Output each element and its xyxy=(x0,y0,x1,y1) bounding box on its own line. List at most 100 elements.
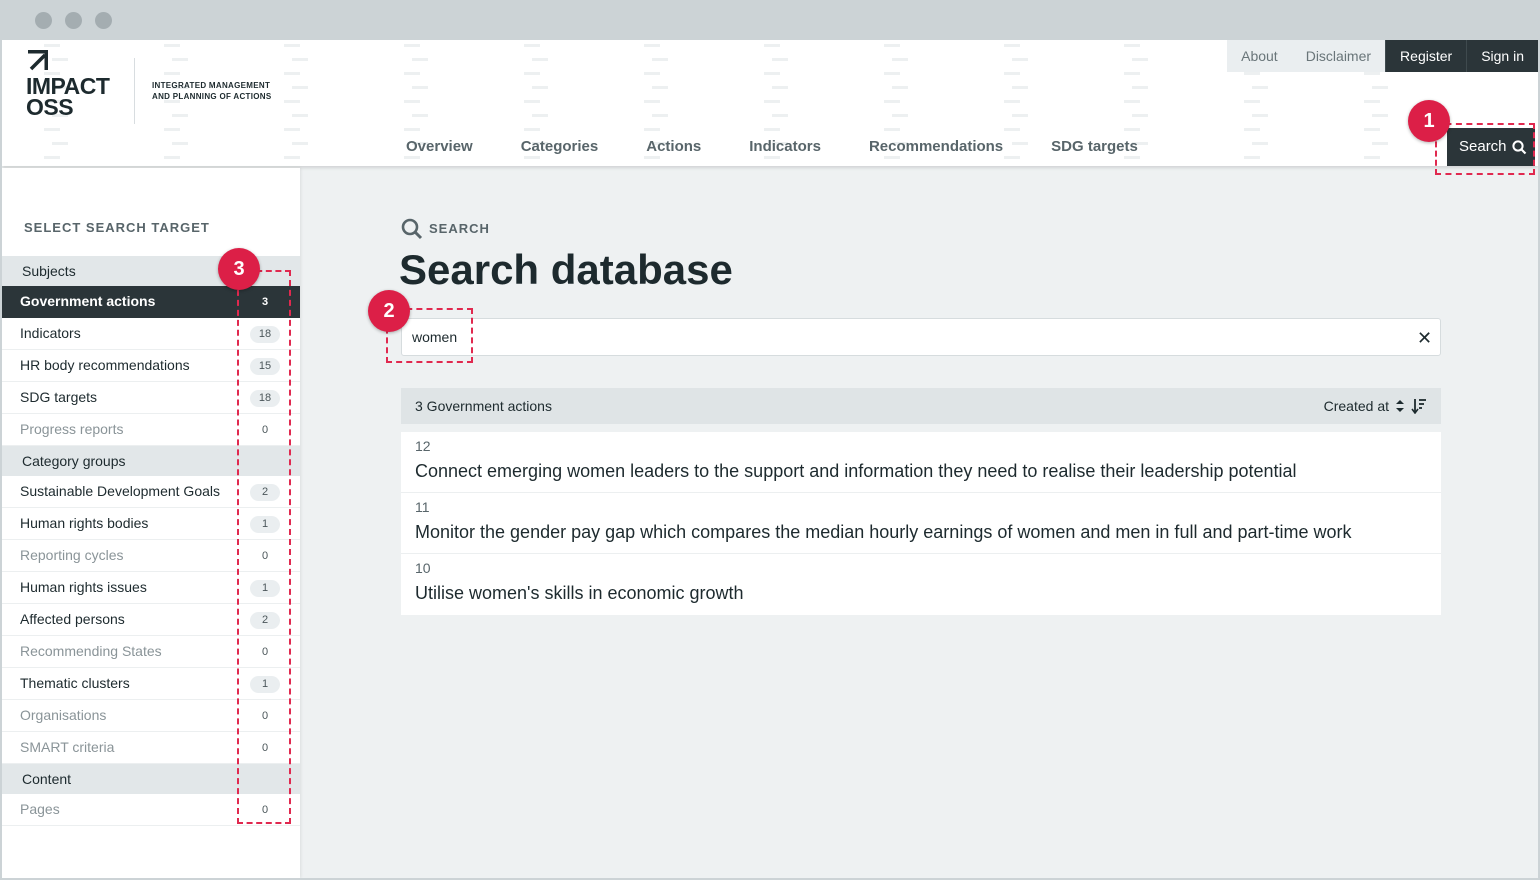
header-pattern-dash xyxy=(1244,156,1261,159)
header-pattern-dash xyxy=(652,114,669,117)
sign-in-button[interactable]: Sign in xyxy=(1466,40,1538,72)
result-title[interactable]: Utilise women's skills in economic growt… xyxy=(415,583,1427,604)
disclaimer-link[interactable]: Disclaimer xyxy=(1291,40,1386,72)
annotation-badge-1: 1 xyxy=(1408,100,1450,142)
header-pattern-dash xyxy=(1124,44,1141,47)
site-header: IMPACT OSS INTEGRATED MANAGEMENT AND PLA… xyxy=(2,40,1538,166)
header-pattern-dash xyxy=(164,156,181,159)
register-button[interactable]: Register xyxy=(1385,40,1467,72)
result-title[interactable]: Monitor the gender pay gap which compare… xyxy=(415,522,1427,543)
header-pattern-dash xyxy=(1244,128,1261,131)
header-pattern-dash xyxy=(1252,114,1269,117)
header-pattern-dash xyxy=(1364,128,1381,131)
header-pattern-dash xyxy=(1132,58,1149,61)
header-pattern-dash xyxy=(412,86,429,89)
result-title[interactable]: Connect emerging women leaders to the su… xyxy=(415,461,1427,482)
sort-field-label[interactable]: Created at xyxy=(1324,388,1389,424)
header-pattern-dash xyxy=(412,58,429,61)
header-pattern-dash xyxy=(292,58,309,61)
sidebar-title: SELECT SEARCH TARGET xyxy=(24,220,210,235)
nav-categories[interactable]: Categories xyxy=(497,138,623,155)
header-pattern-dash xyxy=(1372,114,1389,117)
nav-recommendations[interactable]: Recommendations xyxy=(845,138,1027,155)
search-input[interactable] xyxy=(401,318,1441,356)
target-organisations[interactable]: Organisations 0 xyxy=(2,700,300,732)
clear-search-icon[interactable]: ✕ xyxy=(1417,328,1432,349)
count-badge: 1 xyxy=(250,516,280,533)
header-pattern-dash xyxy=(644,100,661,103)
list-item[interactable]: 10 Utilise women's skills in economic gr… xyxy=(401,554,1441,615)
header-pattern-dash xyxy=(164,44,181,47)
target-human-rights-bodies[interactable]: Human rights bodies 1 xyxy=(2,508,300,540)
header-pattern-dash xyxy=(524,44,541,47)
nav-overview[interactable]: Overview xyxy=(382,138,497,155)
header-pattern-dash xyxy=(284,100,301,103)
header-pattern-dash xyxy=(1244,100,1261,103)
header-pattern-dash xyxy=(412,114,429,117)
nav-indicators[interactable]: Indicators xyxy=(725,138,845,155)
header-pattern-dash xyxy=(284,128,301,131)
header-pattern-dash xyxy=(172,58,189,61)
list-item[interactable]: 11 Monitor the gender pay gap which comp… xyxy=(401,493,1441,554)
target-affected-persons[interactable]: Affected persons 2 xyxy=(2,604,300,636)
header-pattern-dash xyxy=(1132,86,1149,89)
target-hr-body-recommendations[interactable]: HR body recommendations 15 xyxy=(2,350,300,382)
header-pattern-dash xyxy=(1364,156,1381,159)
target-indicators[interactable]: Indicators 18 xyxy=(2,318,300,350)
header-pattern-dash xyxy=(164,72,181,75)
header-pattern-dash xyxy=(1124,128,1141,131)
header-pattern-dash xyxy=(644,128,661,131)
header-pattern-dash xyxy=(404,72,421,75)
header-pattern-dash xyxy=(44,156,61,159)
header-pattern-dash xyxy=(532,114,549,117)
header-pattern-dash xyxy=(1252,142,1269,145)
target-human-rights-issues[interactable]: Human rights issues 1 xyxy=(2,572,300,604)
header-pattern-dash xyxy=(44,128,61,131)
site-logo[interactable]: IMPACT OSS xyxy=(26,50,136,125)
header-pattern-dash xyxy=(764,100,781,103)
header-pattern-dash xyxy=(524,156,541,159)
target-pages[interactable]: Pages 0 xyxy=(2,794,300,826)
header-pattern-dash xyxy=(892,86,909,89)
header-pattern-dash xyxy=(644,44,661,47)
header-search-button[interactable]: Search xyxy=(1447,128,1535,166)
about-link[interactable]: About xyxy=(1227,40,1292,72)
count-badge: 0 xyxy=(261,646,269,658)
window-minimize-dot[interactable] xyxy=(65,12,82,29)
target-sdg-targets[interactable]: SDG targets 18 xyxy=(2,382,300,414)
target-thematic-clusters[interactable]: Thematic clusters 1 xyxy=(2,668,300,700)
search-button-label: Search xyxy=(1459,138,1507,155)
count-badge: 0 xyxy=(261,710,269,722)
header-pattern-dash xyxy=(1004,44,1021,47)
sort-order-icon[interactable] xyxy=(1411,398,1427,414)
list-item[interactable]: 12 Connect emerging women leaders to the… xyxy=(401,432,1441,493)
target-progress-reports[interactable]: Progress reports 0 xyxy=(2,414,300,446)
search-target-list: Subjects Government actions 3 Indicators 1… xyxy=(2,256,300,826)
logo-arrow-icon xyxy=(28,50,48,71)
sort-control[interactable]: Created at xyxy=(1324,388,1427,424)
target-sustainable-development-goals[interactable]: Sustainable Development Goals 2 xyxy=(2,476,300,508)
sort-select-icon[interactable] xyxy=(1395,399,1405,413)
count-badge: 18 xyxy=(250,390,280,407)
logo-tagline: INTEGRATED MANAGEMENT AND PLANNING OF AC… xyxy=(152,81,272,101)
header-pattern-dash xyxy=(772,58,789,61)
count-badge: 0 xyxy=(261,550,269,562)
header-pattern-dash xyxy=(404,128,421,131)
window-close-dot[interactable] xyxy=(35,12,52,29)
target-government-actions[interactable]: Government actions 3 xyxy=(2,286,300,318)
window-maximize-dot[interactable] xyxy=(95,12,112,29)
header-pattern-dash xyxy=(1012,114,1029,117)
header-pattern-dash xyxy=(764,44,781,47)
group-header-category-groups: Category groups xyxy=(2,446,300,476)
count-badge: 18 xyxy=(250,326,280,343)
target-recommending-states[interactable]: Recommending States 0 xyxy=(2,636,300,668)
target-smart-criteria[interactable]: SMART criteria 0 xyxy=(2,732,300,764)
header-pattern-dash xyxy=(764,128,781,131)
nav-sdg-targets[interactable]: SDG targets xyxy=(1027,138,1162,155)
header-pattern-dash xyxy=(404,156,421,159)
target-reporting-cycles[interactable]: Reporting cycles 0 xyxy=(2,540,300,572)
browser-chrome xyxy=(0,0,1540,40)
header-pattern-dash xyxy=(292,142,309,145)
logo-divider xyxy=(134,58,135,124)
nav-actions[interactable]: Actions xyxy=(622,138,725,155)
